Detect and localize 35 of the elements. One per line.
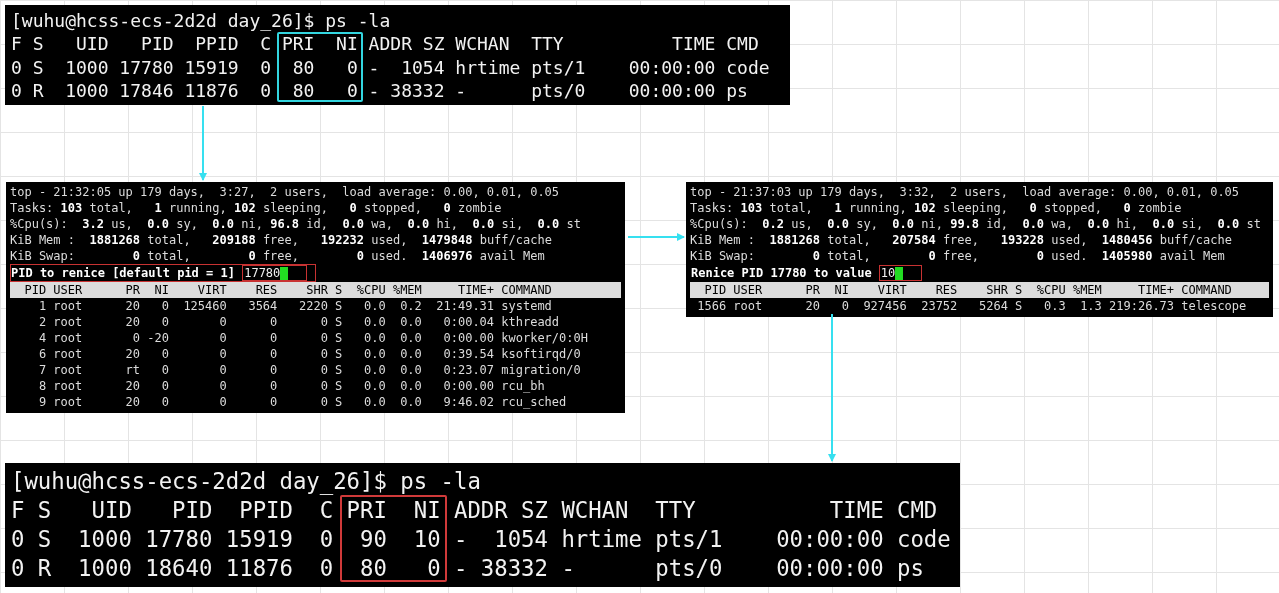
summary-line: KiB Swap: 0 total, 0 free, 0 used. 1406976 avail Mem (10, 248, 546, 264)
process-row-text: 1 root 20 0 125460 3564 2220 S 0.0 0.2 21:49.31 systemd (37, 298, 553, 314)
summary-line: KiB Mem : 1881268 total, 209188 free, 192232 used, 1479848 buff/cache (10, 232, 553, 248)
process-row-text: 0 R 1000 17846 11876 0 80 0 - 38332 - pts/0 00:00:00 ps (11, 79, 749, 103)
column-header: F S UID PID PPID C PRI NI ADDR SZ WCHAN TTY TIME CMD (11, 32, 760, 56)
summary-line: KiB Swap: 0 total, 0 free, 0 used. 1405980 avail Mem (690, 248, 1226, 264)
process-row-text: 4 root 0 -20 0 0 0 S 0.0 0.0 0:00.00 kworker/0:0H (37, 330, 589, 346)
process-row-text: 0 S 1000 17780 15919 0 90 10 - 1054 hrtime pts/1 00:00:00 code (11, 524, 952, 554)
column-header: PID USER PR NI VIRT RES SHR S %CPU %MEM TIME+ COMMAND (690, 282, 1269, 298)
process-row-text: 6 root 20 0 0 0 0 S 0.0 0.0 0:39.54 ksoftirqd/0 (37, 346, 582, 362)
summary-line: %Cpu(s): 0.2 us, 0.0 sy, 0.0 ni, 99.8 id, 0.0 wa, 0.0 hi, 0.0 si, 0.0 st (690, 216, 1262, 232)
summary-line: KiB Mem : 1881268 total, 207584 free, 193228 used, 1480456 buff/cache (690, 232, 1233, 248)
process-row-text: 8 root 20 0 0 0 0 S 0.0 0.0 0:00.00 rcu_bh (37, 378, 546, 394)
summary-line: Tasks: 103 total, 1 running, 102 sleeping, 0 stopped, 0 zombie (10, 200, 503, 216)
process-row-text: 1566 root 20 0 927456 23752 5264 S 0.3 1.3 219:26.73 telescope (696, 298, 1248, 314)
input-field[interactable]: 17780 (242, 265, 308, 281)
input-field[interactable]: 10 (878, 265, 923, 281)
summary-line: top - 21:32:05 up 179 days, 3:27, 2 users, load average: 0.00, 0.01, 0.05 (10, 184, 561, 200)
process-row-text: 7 root rt 0 0 0 0 S 0.0 0.0 0:23.07 migration/0 (37, 362, 582, 378)
summary-line: top - 21:37:03 up 179 days, 3:32, 2 users, load average: 0.00, 0.01, 0.05 (690, 184, 1241, 200)
process-row-text: 0 S 1000 17780 15919 0 80 0 - 1054 hrtime pts/1 00:00:00 code (11, 55, 771, 80)
cursor-icon (895, 266, 904, 280)
command-line: [wuhu@hcss-ecs-2d2d day_26]$ ps -la (11, 9, 392, 33)
summary-line: Tasks: 103 total, 1 running, 102 sleeping, 0 stopped, 0 zombie (690, 200, 1183, 216)
column-header: F S UID PID PPID C PRI NI ADDR SZ WCHAN TTY TIME CMD (11, 496, 939, 525)
summary-line: %Cpu(s): 3.2 us, 0.0 sy, 0.0 ni, 96.8 id, 0.0 wa, 0.0 hi, 0.0 si, 0.0 st (10, 216, 582, 232)
prompt-text: PID to renice [default pid = 1] (11, 265, 235, 281)
command-line: [wuhu@hcss-ecs-2d2d day_26]$ ps -la (11, 467, 482, 496)
connector-arrow (627, 233, 685, 241)
process-row-text: 0 R 1000 18640 11876 0 80 0 - 38332 - pts/0 00:00:00 ps (11, 553, 925, 583)
column-header: PID USER PR NI VIRT RES SHR S %CPU %MEM TIME+ COMMAND (10, 282, 621, 298)
prompt-text: Renice PID 17780 to value (691, 265, 872, 281)
process-row-text: 9 root 20 0 0 0 0 S 0.0 0.0 9:46.02 rcu_sched (37, 394, 568, 410)
process-row-text: 2 root 20 0 0 0 0 S 0.0 0.0 0:00.04 kthreadd (37, 314, 561, 330)
cursor-icon (280, 266, 289, 280)
